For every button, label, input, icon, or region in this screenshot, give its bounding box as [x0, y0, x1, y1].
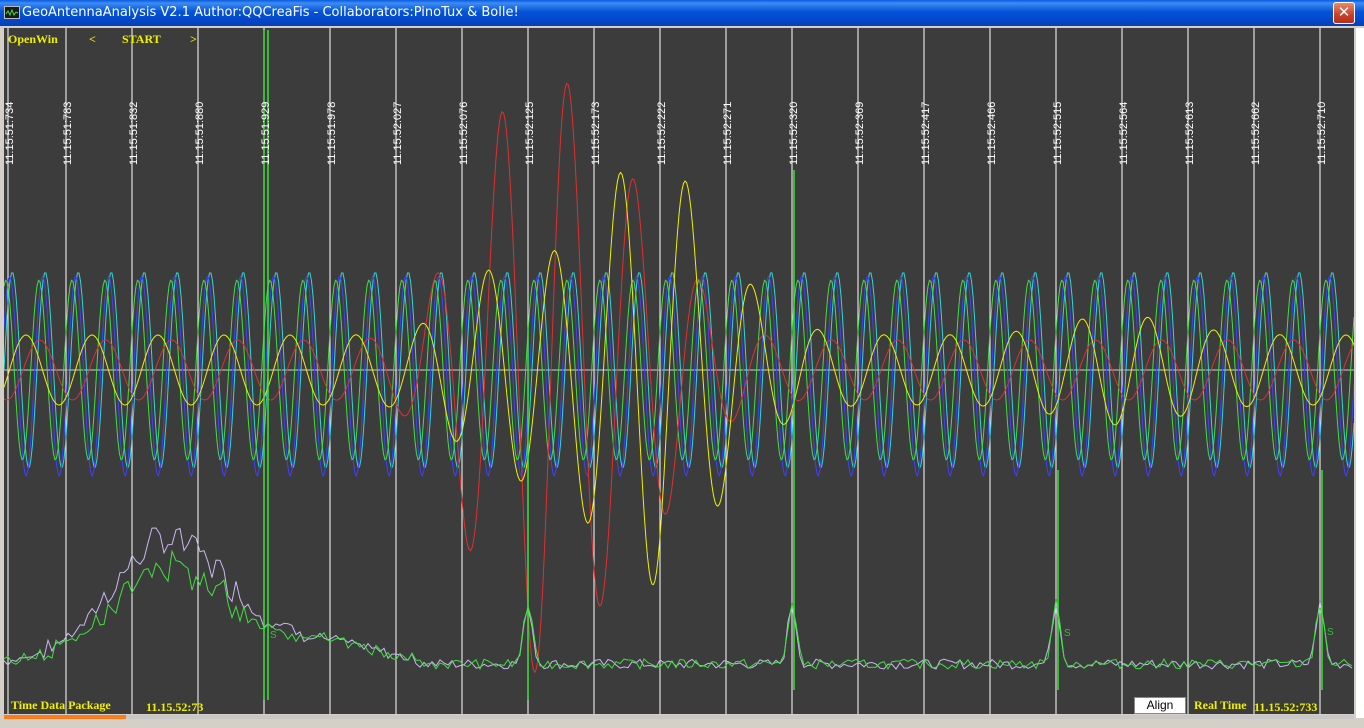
timestamp-label: 11.15.51:783 — [62, 101, 74, 165]
timestamp-label: 11.15.51:734 — [4, 101, 16, 165]
timestamp-label: 11.15.51:832 — [128, 101, 140, 165]
close-button[interactable]: ✕ — [1333, 2, 1355, 24]
peak-marker: S — [1064, 628, 1071, 639]
align-button[interactable]: Align — [1134, 697, 1186, 714]
title-bar: GeoAntennaAnalysis V2.1 Author:QQCreaFis… — [0, 0, 1364, 26]
time-data-package-label: Time Data Package — [11, 698, 111, 712]
timestamp-label: 11.15.51:978 — [326, 101, 338, 165]
timestamp-label: 11.15.52:662 — [1250, 101, 1262, 165]
app-waveform-icon — [4, 6, 20, 19]
timestamp-label: 11.15.52:173 — [590, 101, 602, 165]
timestamp-label: 11.15.52:515 — [1052, 101, 1064, 165]
real-time-value: 11.15.52:733 — [1254, 700, 1318, 714]
series-lavender-line — [4, 527, 1353, 670]
timestamp-label: 11.15.52:271 — [722, 101, 734, 165]
timestamp-label: 11.15.52:417 — [920, 101, 932, 165]
series-lower-green-line — [4, 549, 1353, 671]
window-title: GeoAntennaAnalysis V2.1 Author:QQCreaFis… — [22, 5, 519, 20]
timestamp-label: 11.15.52:369 — [854, 101, 866, 165]
timestamp-label: 11.15.52:466 — [986, 101, 998, 165]
timestamp-label: 11.15.52:125 — [524, 101, 536, 165]
previous-button[interactable]: < — [89, 32, 96, 47]
series-yellow-line — [4, 171, 1354, 586]
timestamp-label: 11.15.52:613 — [1184, 101, 1196, 165]
progress-fill — [4, 715, 126, 719]
timestamp-label: 11.15.51:929 — [260, 101, 272, 165]
waveform-canvas — [4, 28, 1354, 714]
peak-marker: S — [270, 630, 277, 641]
timestamp-label: 11.15.52:222 — [656, 101, 668, 165]
time-data-package-value: 11.15.52:73 — [146, 700, 204, 714]
peak-marker: S — [1327, 627, 1334, 638]
next-button[interactable]: > — [190, 32, 197, 47]
open-window-button[interactable]: OpenWin — [8, 32, 58, 47]
signal-plot[interactable] — [4, 28, 1354, 714]
timestamp-label: 11.15.51:880 — [194, 101, 206, 165]
right-border — [1356, 28, 1364, 718]
timestamp-label: 11.15.52:027 — [392, 101, 404, 165]
real-time-label: Real Time — [1194, 698, 1247, 712]
progress-bar — [4, 715, 1354, 719]
timestamp-label: 11.15.52:564 — [1118, 101, 1130, 165]
timestamp-label: 11.15.52:076 — [458, 101, 470, 165]
series-blue-line — [4, 275, 1354, 477]
start-button[interactable]: START — [122, 32, 161, 47]
timestamp-label: 11.15.52:710 — [1316, 101, 1328, 165]
timestamp-label: 11.15.52:320 — [788, 101, 800, 165]
